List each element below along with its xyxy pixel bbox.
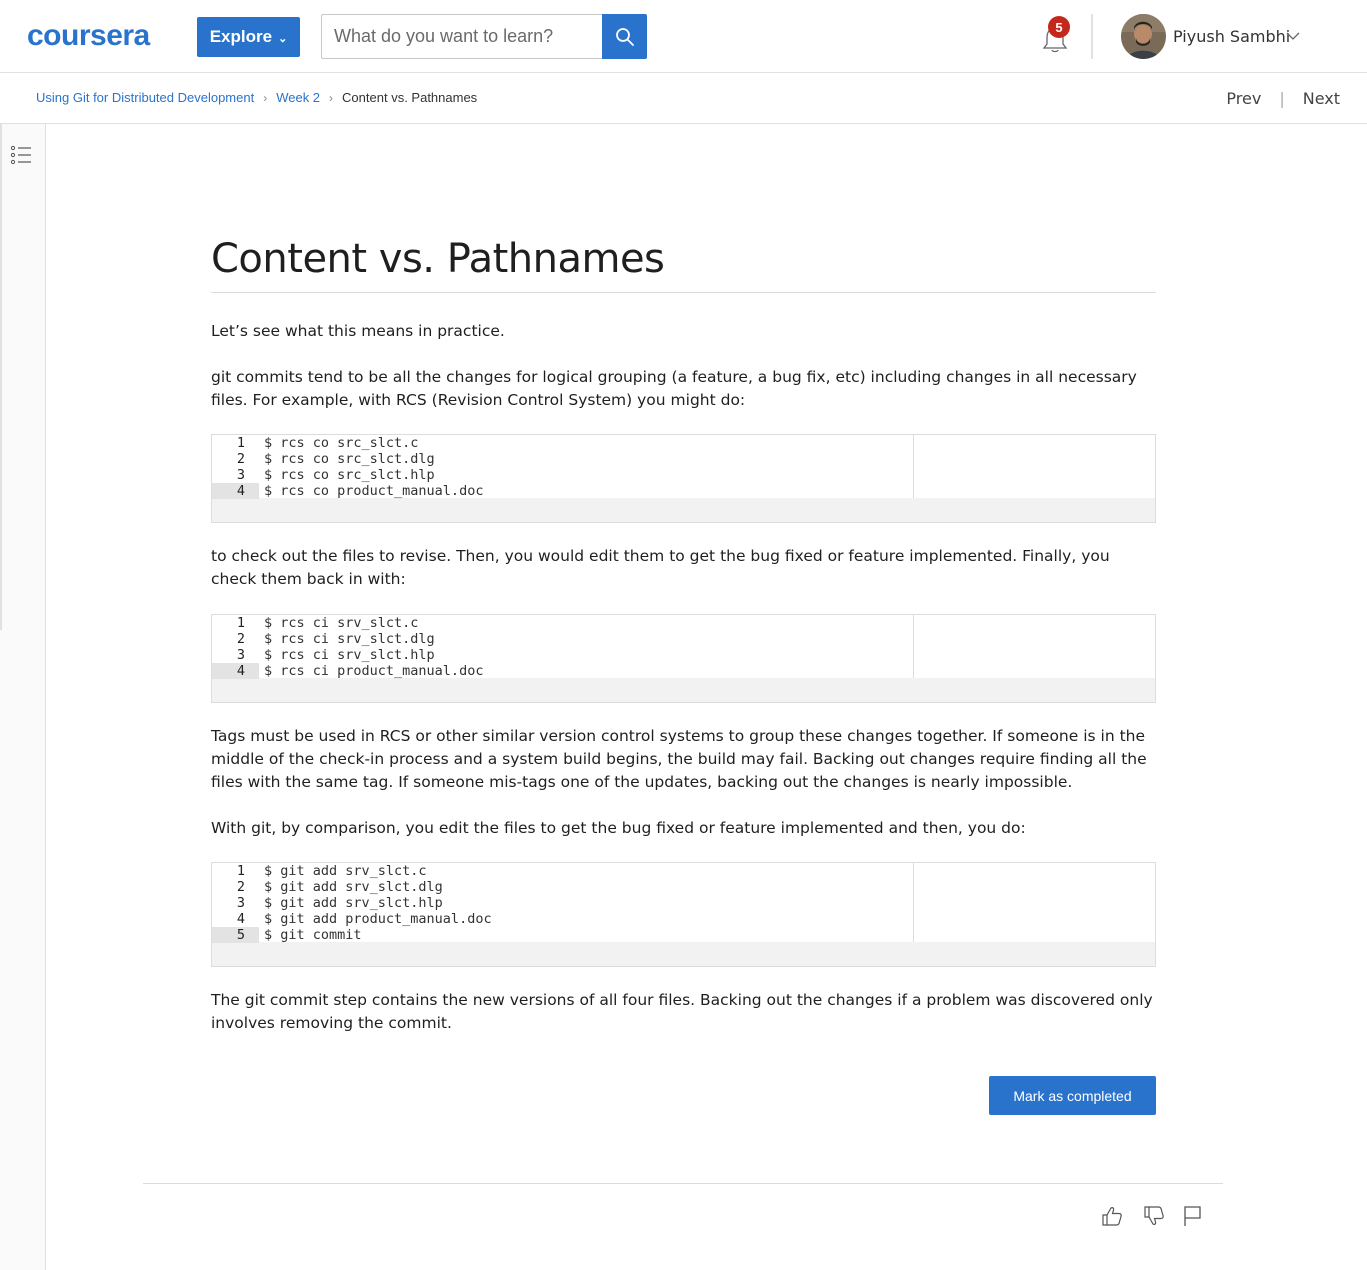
mark-as-completed-button[interactable]: Mark as completed bbox=[989, 1076, 1156, 1115]
code-block-rcs-ci[interactable]: 1 $ rcs ci srv_slct.c 2 $ rcs ci srv_slct.… bbox=[211, 614, 1156, 703]
code-line: 2 $ git add srv_slct.dlg bbox=[236, 879, 443, 895]
thumbs-down-icon[interactable] bbox=[1142, 1204, 1166, 1228]
sidebar bbox=[0, 124, 46, 1270]
code-line: 1 $ git add srv_slct.c bbox=[236, 863, 427, 879]
code-line: 1 $ rcs ci srv_slct.c bbox=[236, 615, 419, 631]
paragraph-intro: Let’s see what this means in practice. bbox=[211, 322, 505, 340]
breadcrumb-week[interactable]: Week 2 bbox=[276, 90, 320, 105]
code-line: 3 $ rcs co src_slct.hlp bbox=[236, 467, 435, 483]
chevron-down-icon: ⌄ bbox=[278, 32, 288, 45]
code-line: 2 $ rcs ci srv_slct.dlg bbox=[236, 631, 435, 647]
breadcrumb-current: Content vs. Pathnames bbox=[342, 90, 478, 105]
breadcrumb-course[interactable]: Using Git for Distributed Development bbox=[36, 90, 254, 105]
code-line: 5 $ git commit bbox=[212, 927, 913, 943]
breadcrumb: Using Git for Distributed Development › … bbox=[36, 90, 477, 105]
toc-list-icon[interactable] bbox=[10, 144, 32, 166]
coursera-logo[interactable]: coursera bbox=[27, 21, 150, 51]
explore-label: Explore bbox=[209, 27, 273, 46]
breadcrumb-bar: Using Git for Distributed Development › … bbox=[0, 73, 1367, 124]
chevron-down-icon[interactable] bbox=[1286, 31, 1300, 41]
search-input[interactable] bbox=[321, 14, 603, 59]
code-line: 2 $ rcs co src_slct.dlg bbox=[236, 451, 435, 467]
user-name[interactable]: Piyush Sambhi bbox=[1173, 27, 1290, 46]
paragraph-git-commits: git commits tend to be all the changes f… bbox=[211, 368, 1137, 409]
notification-badge: 5 bbox=[1048, 16, 1070, 38]
chevron-right-icon: › bbox=[329, 90, 334, 105]
avatar[interactable] bbox=[1121, 14, 1166, 59]
footer-divider bbox=[143, 1183, 1223, 1184]
code-block-rcs-co[interactable]: 1 $ rcs co src_slct.c 2 $ rcs co src_slct.… bbox=[211, 434, 1156, 523]
paragraph-git-commit-step: The git commit step contains the new ver… bbox=[211, 991, 1153, 1032]
paragraph-check-out: to check out the files to revise. Then, … bbox=[211, 547, 1110, 588]
top-header: coursera Explore ⌄ 5 Piyush Sambhi bbox=[0, 0, 1367, 73]
code-block-git-add[interactable]: 1 $ git add srv_slct.c 2 $ git add srv_slc… bbox=[211, 862, 1156, 967]
code-line: 3 $ rcs ci srv_slct.hlp bbox=[236, 647, 435, 663]
prev-link[interactable]: Prev bbox=[1226, 89, 1261, 108]
paragraph-with-git: With git, by comparison, you edit the fi… bbox=[211, 819, 1026, 837]
prev-next-nav: Prev | Next bbox=[1226, 89, 1340, 108]
flag-icon[interactable] bbox=[1181, 1204, 1205, 1228]
chevron-right-icon: › bbox=[263, 90, 268, 105]
code-line: 4 $ rcs co product_manual.doc bbox=[212, 483, 913, 499]
code-line: 1 $ rcs co src_slct.c bbox=[236, 435, 419, 451]
paragraph-tags: Tags must be used in RCS or other simila… bbox=[211, 727, 1147, 791]
search-icon bbox=[615, 27, 634, 46]
code-line: 4 $ rcs ci product_manual.doc bbox=[212, 663, 913, 679]
thumbs-up-icon[interactable] bbox=[1100, 1204, 1124, 1228]
code-line: 3 $ git add srv_slct.hlp bbox=[236, 895, 443, 911]
code-line: 4 $ git add product_manual.doc bbox=[236, 911, 492, 927]
page-title: Content vs. Pathnames bbox=[211, 236, 1156, 293]
search-button[interactable] bbox=[602, 14, 647, 59]
explore-button[interactable]: Explore ⌄ bbox=[197, 17, 300, 57]
header-divider bbox=[1091, 14, 1093, 59]
nav-separator: | bbox=[1279, 89, 1285, 108]
sidebar-strip bbox=[0, 124, 2, 630]
next-link[interactable]: Next bbox=[1303, 89, 1340, 108]
